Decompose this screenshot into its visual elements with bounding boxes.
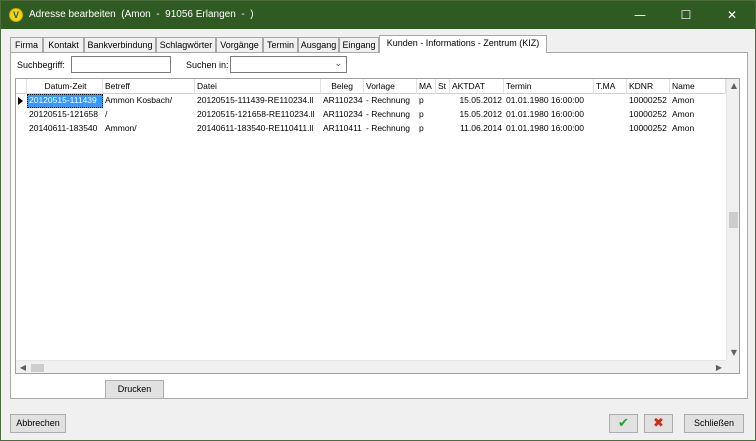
cell-aktdat[interactable]: 15.05.2012: [450, 108, 504, 122]
cell-st[interactable]: [436, 122, 450, 136]
search-label: Suchbegriff:: [17, 60, 65, 70]
cell-datum-zeit[interactable]: 20120515-121658: [27, 108, 103, 122]
search-input[interactable]: [71, 56, 171, 73]
window-title: Adresse bearbeiten (Amon - 91056 Erlange…: [29, 9, 254, 20]
chevron-down-icon: ⌄: [334, 59, 342, 69]
minimize-button[interactable]: —: [617, 1, 663, 29]
x-mark-icon: ✖: [653, 416, 664, 431]
col-header-name[interactable]: Name: [670, 79, 726, 94]
col-header-betreff[interactable]: Betreff: [103, 79, 195, 94]
close-icon: ✕: [726, 8, 738, 22]
tab-ausgang[interactable]: Ausgang: [298, 37, 339, 53]
col-header-datei[interactable]: Datei: [195, 79, 321, 94]
tab-firma[interactable]: Firma: [10, 37, 43, 53]
cell-betreff[interactable]: Ammon/: [103, 122, 195, 136]
table-row[interactable]: 20120515-111439 Ammon Kosbach/ 20120515-…: [16, 94, 726, 108]
cell-kdnr[interactable]: 10000252: [627, 108, 670, 122]
cell-ma[interactable]: p: [417, 108, 436, 122]
delete-button[interactable]: ✖: [644, 414, 673, 433]
row-indicator-header: [16, 79, 27, 94]
tab-eingang[interactable]: Eingang: [339, 37, 379, 53]
tab-kiz[interactable]: Kunden - Informations - Zentrum (KIZ): [379, 35, 547, 53]
col-header-vorlage[interactable]: Vorlage: [364, 79, 417, 94]
search-in-label: Suchen in:: [186, 60, 229, 70]
vertical-scrollbar[interactable]: ▲ ▼: [726, 79, 739, 360]
cell-tma[interactable]: [594, 108, 627, 122]
scroll-up-arrow-icon[interactable]: ▲: [727, 79, 739, 93]
col-header-beleg[interactable]: Beleg: [321, 79, 364, 94]
cell-datum-zeit[interactable]: 20120515-111439: [27, 94, 103, 108]
tab-kontakt[interactable]: Kontakt: [43, 37, 84, 53]
cell-beleg[interactable]: AR110234: [321, 94, 364, 108]
scrollbar-corner: [726, 360, 739, 373]
horizontal-scrollbar[interactable]: ◀ ▶: [16, 360, 726, 373]
cell-beleg[interactable]: AR110411: [321, 122, 364, 136]
tab-schlagwoerter[interactable]: Schlagwörter: [156, 37, 216, 53]
cell-datei[interactable]: 20120515-111439-RE110234.ll: [195, 94, 321, 108]
col-header-kdnr[interactable]: KDNR: [627, 79, 670, 94]
scroll-down-arrow-icon[interactable]: ▼: [727, 346, 739, 360]
cell-name[interactable]: Amon: [670, 108, 726, 122]
maximize-button[interactable]: ☐: [663, 1, 709, 29]
cell-beleg[interactable]: AR110234: [321, 108, 364, 122]
tab-termin[interactable]: Termin: [263, 37, 298, 53]
cell-tma[interactable]: [594, 122, 627, 136]
cell-datei[interactable]: 20120515-121658-RE110234.ll: [195, 108, 321, 122]
cell-datei[interactable]: 20140611-183540-RE110411.ll: [195, 122, 321, 136]
col-header-ma[interactable]: MA: [417, 79, 436, 94]
cell-datum-zeit[interactable]: 20140611-183540: [27, 122, 103, 136]
close-window-button[interactable]: ✕: [709, 1, 755, 29]
col-header-st[interactable]: St: [436, 79, 450, 94]
close-button[interactable]: Schließen: [684, 414, 744, 433]
col-header-termin[interactable]: Termin: [504, 79, 594, 94]
scroll-right-arrow-icon[interactable]: ▶: [712, 361, 726, 373]
cell-aktdat[interactable]: 11.06.2014: [450, 122, 504, 136]
cell-st[interactable]: [436, 108, 450, 122]
cell-kdnr[interactable]: 10000252: [627, 94, 670, 108]
table-row[interactable]: 20140611-183540 Ammon/ 20140611-183540-R…: [16, 122, 726, 136]
cell-ma[interactable]: p: [417, 122, 436, 136]
cell-termin[interactable]: 01.01.1980 16:00:00: [504, 108, 594, 122]
app-logo-icon: V: [9, 8, 23, 22]
horizontal-scroll-thumb[interactable]: [31, 364, 44, 372]
minimize-icon: —: [634, 8, 646, 22]
cell-vorlage[interactable]: - Rechnung: [364, 94, 417, 108]
maximize-icon: ☐: [680, 8, 692, 22]
col-header-tma[interactable]: T.MA: [594, 79, 627, 94]
cell-tma[interactable]: [594, 94, 627, 108]
print-button[interactable]: Drucken: [105, 380, 164, 399]
current-row-arrow-icon: [18, 97, 23, 105]
scroll-left-arrow-icon[interactable]: ◀: [16, 361, 30, 373]
cell-name[interactable]: Amon: [670, 122, 726, 136]
cell-betreff[interactable]: Ammon Kosbach/: [103, 94, 195, 108]
checkmark-icon: ✔: [618, 416, 629, 431]
cell-termin[interactable]: 01.01.1980 16:00:00: [504, 94, 594, 108]
cell-vorlage[interactable]: - Rechnung: [364, 122, 417, 136]
cell-kdnr[interactable]: 10000252: [627, 122, 670, 136]
cell-st[interactable]: [436, 94, 450, 108]
search-in-select[interactable]: ⌄: [230, 56, 347, 73]
col-header-aktdat[interactable]: AKTDAT: [450, 79, 504, 94]
cell-ma[interactable]: p: [417, 94, 436, 108]
tab-bankverbindung[interactable]: Bankverbindung: [84, 37, 156, 53]
kiz-data-grid[interactable]: Datum-Zeit Betreff Datei Beleg Vorlage M…: [15, 78, 740, 374]
cell-name[interactable]: Amon: [670, 94, 726, 108]
cell-termin[interactable]: 01.01.1980 16:00:00: [504, 122, 594, 136]
grid-header: Datum-Zeit Betreff Datei Beleg Vorlage M…: [16, 79, 726, 94]
cell-vorlage[interactable]: - Rechnung: [364, 108, 417, 122]
cell-betreff[interactable]: /: [103, 108, 195, 122]
vertical-scroll-thumb[interactable]: [729, 212, 738, 228]
ok-button[interactable]: ✔: [609, 414, 638, 433]
cell-aktdat[interactable]: 15.05.2012: [450, 94, 504, 108]
cancel-button[interactable]: Abbrechen: [10, 414, 66, 433]
tab-vorgaenge[interactable]: Vorgänge: [216, 37, 263, 53]
col-header-datum-zeit[interactable]: Datum-Zeit: [27, 79, 103, 94]
address-edit-window: V Adresse bearbeiten (Amon - 91056 Erlan…: [0, 0, 756, 441]
table-row[interactable]: 20120515-121658 / 20120515-121658-RE1102…: [16, 108, 726, 122]
title-bar[interactable]: V Adresse bearbeiten (Amon - 91056 Erlan…: [1, 1, 755, 29]
